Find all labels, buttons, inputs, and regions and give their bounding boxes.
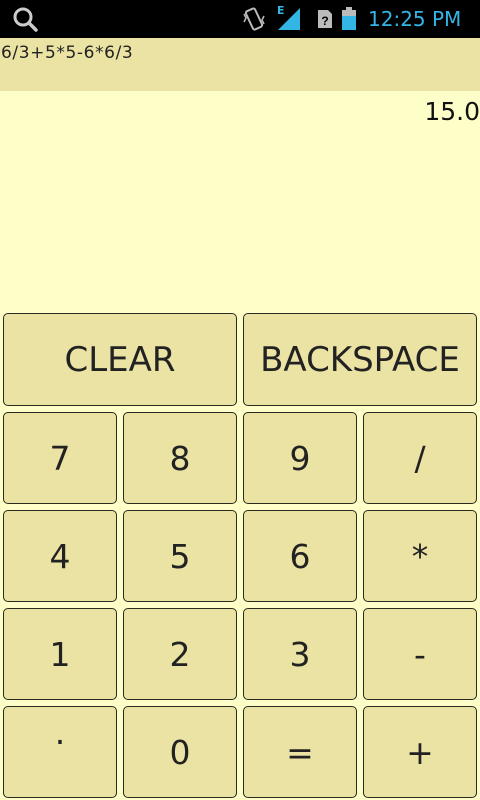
backspace-button[interactable]: BACKSPACE (243, 313, 477, 406)
digit-7-button[interactable]: 7 (3, 412, 117, 504)
battery-icon (342, 7, 356, 30)
digit-8-button[interactable]: 8 (123, 412, 237, 504)
digit-6-button[interactable]: 6 (243, 510, 357, 602)
result-display: 15.0 (0, 91, 480, 309)
search-icon[interactable] (12, 6, 40, 32)
signal-icon (278, 8, 300, 30)
result-text: 15.0 (424, 97, 480, 126)
digit-3-button[interactable]: 3 (243, 608, 357, 700)
digit-0-button[interactable]: 0 (123, 706, 237, 798)
expression-text: 6/3+5*5-6*6/3 (1, 43, 134, 63)
digit-2-button[interactable]: 2 (123, 608, 237, 700)
clear-button[interactable]: CLEAR (3, 313, 237, 406)
plus-button[interactable]: + (363, 706, 477, 798)
sim-icon: ? (318, 10, 332, 28)
expression-display: 6/3+5*5-6*6/3 (0, 38, 480, 91)
digit-9-button[interactable]: 9 (243, 412, 357, 504)
divide-button[interactable]: / (363, 412, 477, 504)
minus-button[interactable]: - (363, 608, 477, 700)
equals-button[interactable]: = (243, 706, 357, 798)
multiply-button[interactable]: * (363, 510, 477, 602)
digit-1-button[interactable]: 1 (3, 608, 117, 700)
decimal-point-button[interactable]: . (3, 706, 117, 798)
svg-text:?: ? (321, 14, 328, 28)
status-time: 12:25 PM (368, 7, 462, 31)
status-bar: E ? 12:25 PM (0, 0, 480, 38)
vibrate-icon (243, 7, 265, 31)
digit-4-button[interactable]: 4 (3, 510, 117, 602)
digit-5-button[interactable]: 5 (123, 510, 237, 602)
